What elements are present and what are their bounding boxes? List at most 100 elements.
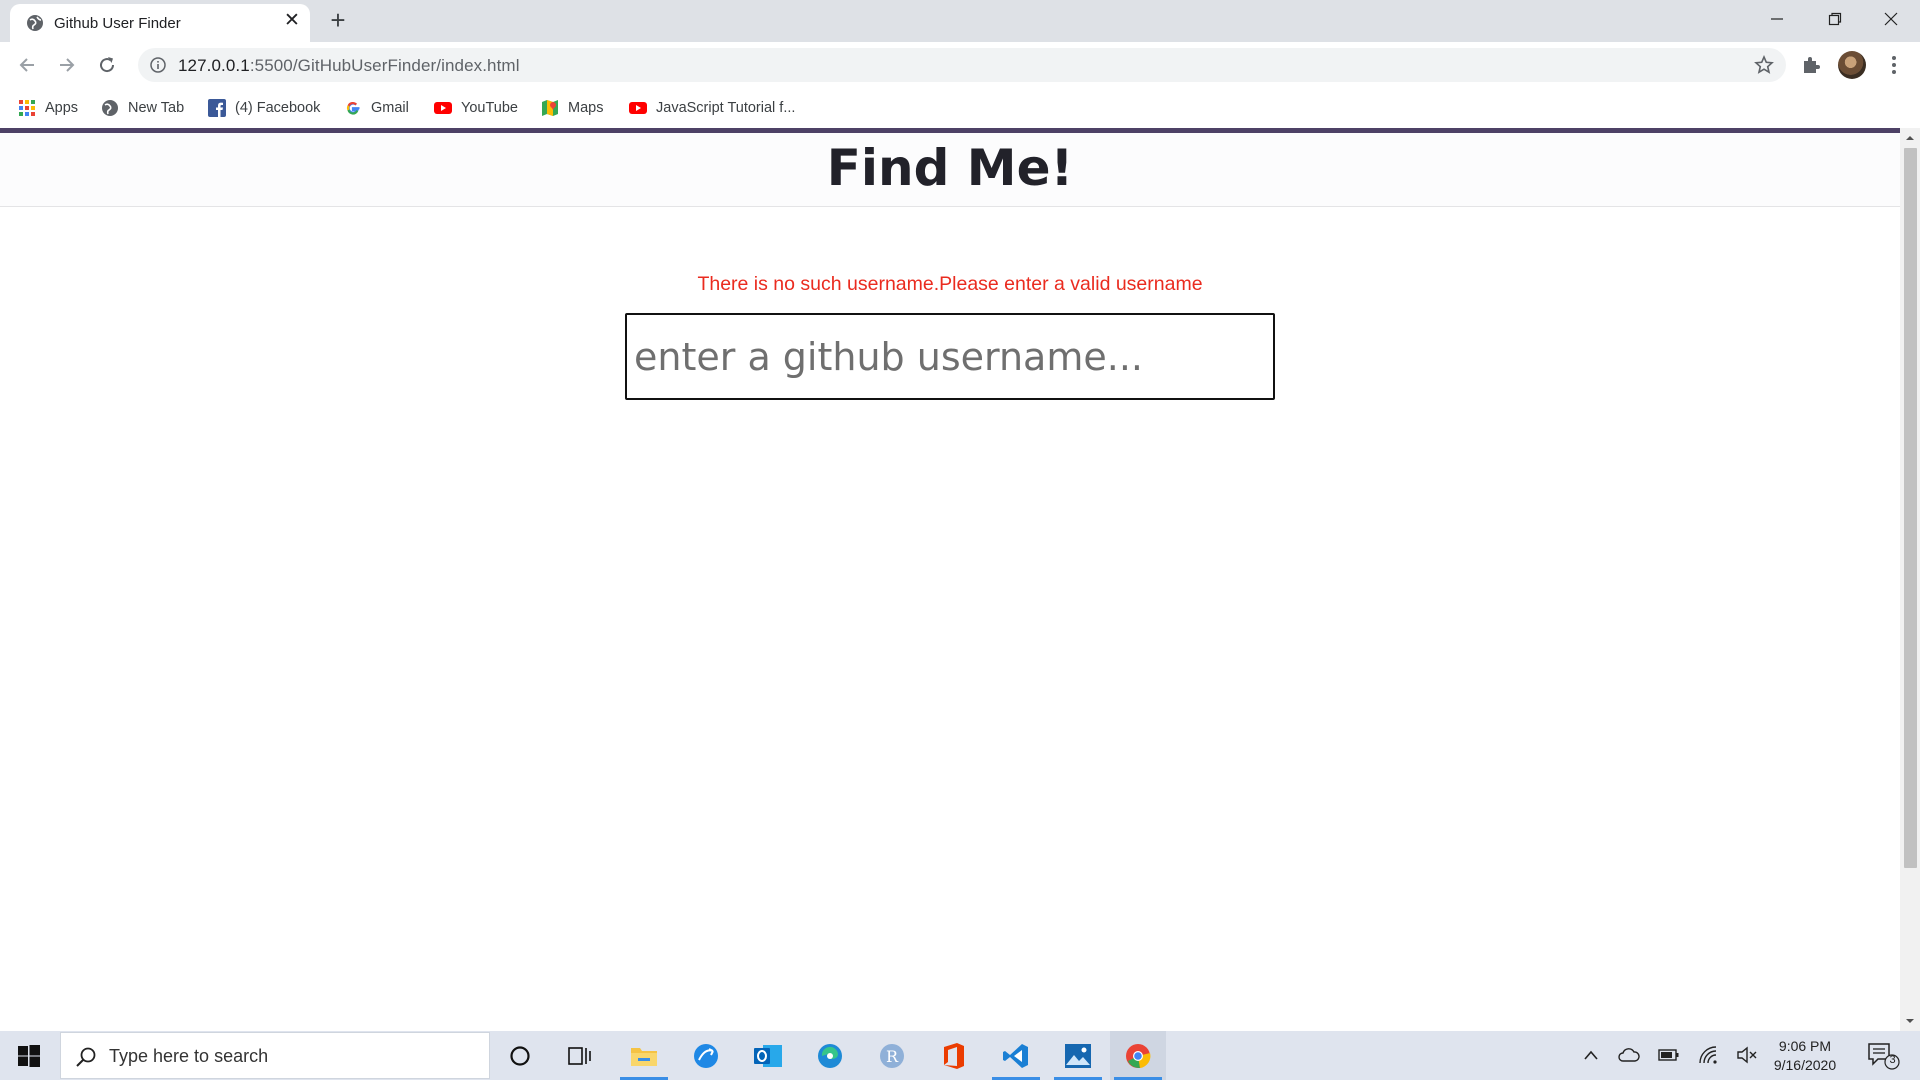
bookmark-label: (4) Facebook xyxy=(235,100,321,116)
outlook-app[interactable] xyxy=(740,1031,796,1080)
bookmark-javascript-tutorial[interactable]: JavaScript Tutorial f... xyxy=(629,95,795,121)
tab-title: Github User Finder xyxy=(54,15,181,32)
error-message: There is no such username.Please enter a… xyxy=(697,273,1203,295)
url-text[interactable]: 127.0.0.1:5500/GitHubUserFinder/index.ht… xyxy=(178,56,520,76)
bookmark-youtube[interactable]: YouTube xyxy=(434,95,518,121)
globe-icon xyxy=(27,15,43,31)
battery-button[interactable] xyxy=(1656,1043,1682,1067)
new-tab-button[interactable]: + xyxy=(324,6,352,34)
bookmark-label: Maps xyxy=(568,100,604,116)
browser-toolbar: 127.0.0.1:5500/GitHubUserFinder/index.ht… xyxy=(0,42,1920,88)
page-header: Find Me! xyxy=(0,133,1900,207)
outlook-icon xyxy=(754,1044,782,1067)
edge-icon xyxy=(818,1043,842,1068)
taskbar-search-placeholder: Type here to search xyxy=(109,1046,269,1066)
info-icon[interactable] xyxy=(150,57,166,73)
youtube-icon xyxy=(629,102,647,114)
onedrive-button[interactable] xyxy=(1616,1043,1642,1067)
cortana-circle-icon xyxy=(510,1045,530,1066)
bookmark-apps[interactable]: Apps xyxy=(18,95,78,121)
reload-icon xyxy=(100,57,115,73)
task-view-button[interactable] xyxy=(552,1031,608,1080)
vscode-icon xyxy=(1003,1043,1028,1068)
tab-strip: Github User Finder ✕ + xyxy=(0,0,1920,42)
cortana-button[interactable] xyxy=(492,1031,548,1080)
clock-date: 9/16/2020 xyxy=(1773,1057,1837,1073)
office-app[interactable] xyxy=(926,1031,982,1080)
svg-text:R: R xyxy=(886,1047,899,1066)
edge-app[interactable] xyxy=(802,1031,858,1080)
show-hidden-icons-button[interactable] xyxy=(1578,1043,1604,1067)
bookmarks-bar: Apps New Tab (4) Facebook Gmail YouTube … xyxy=(0,88,1920,128)
office-icon xyxy=(944,1042,964,1069)
scrollbar-thumb[interactable] xyxy=(1904,148,1917,868)
close-icon xyxy=(1884,12,1898,26)
clock-time: 9:06 PM xyxy=(1778,1038,1832,1054)
start-button[interactable] xyxy=(0,1031,58,1080)
chrome-app[interactable] xyxy=(1110,1031,1166,1080)
cloud-icon xyxy=(1618,1048,1640,1062)
action-center-button[interactable]: 3 xyxy=(1866,1041,1902,1071)
photos-app[interactable] xyxy=(1050,1031,1106,1080)
app-sync-button[interactable] xyxy=(678,1031,734,1080)
reload-button[interactable] xyxy=(92,50,122,80)
chevron-up-icon xyxy=(1584,1050,1598,1060)
bookmark-label: YouTube xyxy=(461,100,518,116)
page-title: Find Me! xyxy=(826,139,1074,197)
browser-tab[interactable]: Github User Finder ✕ xyxy=(10,4,310,42)
folder-icon xyxy=(631,1047,657,1066)
r-letter-icon: R xyxy=(880,1043,904,1068)
taskbar-search-box[interactable]: Type here to search xyxy=(60,1032,490,1079)
arrow-right-icon xyxy=(60,58,75,72)
maps-icon xyxy=(542,100,558,116)
bookmark-facebook[interactable]: (4) Facebook xyxy=(208,95,320,121)
youtube-icon xyxy=(434,102,452,114)
vscode-app[interactable] xyxy=(988,1031,1044,1080)
wifi-icon xyxy=(1699,1046,1717,1064)
extensions-puzzle-icon[interactable] xyxy=(1800,54,1822,76)
google-g-icon xyxy=(346,102,360,115)
url-host: 127.0.0.1 xyxy=(178,56,250,75)
notification-count-badge: 3 xyxy=(1889,1054,1896,1066)
kebab-menu-icon[interactable] xyxy=(1884,54,1904,76)
address-bar[interactable]: 127.0.0.1:5500/GitHubUserFinder/index.ht… xyxy=(138,48,1786,82)
bookmark-label: JavaScript Tutorial f... xyxy=(656,100,796,116)
photos-icon xyxy=(1065,1043,1091,1068)
search-icon xyxy=(76,1047,96,1067)
bookmark-gmail[interactable]: Gmail xyxy=(344,95,409,121)
url-path: :5500/GitHubUserFinder/index.html xyxy=(249,56,520,75)
windows-logo-icon xyxy=(18,1044,40,1067)
minimize-icon xyxy=(1771,18,1783,20)
page-scrollbar[interactable] xyxy=(1900,128,1920,1031)
network-button[interactable] xyxy=(1696,1043,1722,1067)
bookmark-star-icon[interactable] xyxy=(1754,55,1774,75)
taskbar-clock[interactable]: 9:06 PM 9/16/2020 xyxy=(1760,1037,1850,1075)
tab-close-icon[interactable]: ✕ xyxy=(282,11,302,31)
minimize-button[interactable] xyxy=(1748,0,1806,38)
bookmark-label: New Tab xyxy=(128,100,185,116)
profile-avatar[interactable] xyxy=(1838,51,1866,79)
app-sync-icon xyxy=(694,1043,718,1068)
bookmark-label: Apps xyxy=(45,100,79,116)
globe-icon xyxy=(102,100,118,116)
username-search-input[interactable] xyxy=(625,313,1275,400)
chrome-icon xyxy=(1126,1043,1151,1068)
volume-button[interactable] xyxy=(1734,1043,1760,1067)
task-view-icon xyxy=(568,1046,591,1065)
back-button[interactable] xyxy=(12,50,42,80)
file-explorer-app[interactable] xyxy=(616,1031,672,1080)
bookmark-label: Gmail xyxy=(371,100,409,116)
windows-taskbar: Type here to search R 9:06 PM 9/16/2020 … xyxy=(0,1031,1920,1080)
speaker-muted-icon xyxy=(1737,1046,1757,1064)
page-content: Find Me! There is no such username.Pleas… xyxy=(0,128,1900,1031)
r-app[interactable]: R xyxy=(864,1031,920,1080)
forward-button[interactable] xyxy=(52,50,82,80)
bookmark-new-tab[interactable]: New Tab xyxy=(101,95,184,121)
scroll-up-arrow-icon[interactable] xyxy=(1900,130,1920,146)
bookmark-maps[interactable]: Maps xyxy=(541,95,603,121)
restore-icon xyxy=(1828,12,1842,26)
facebook-icon xyxy=(208,99,226,117)
restore-button[interactable] xyxy=(1806,0,1864,38)
close-window-button[interactable] xyxy=(1862,0,1920,38)
scroll-down-arrow-icon[interactable] xyxy=(1900,1013,1920,1029)
